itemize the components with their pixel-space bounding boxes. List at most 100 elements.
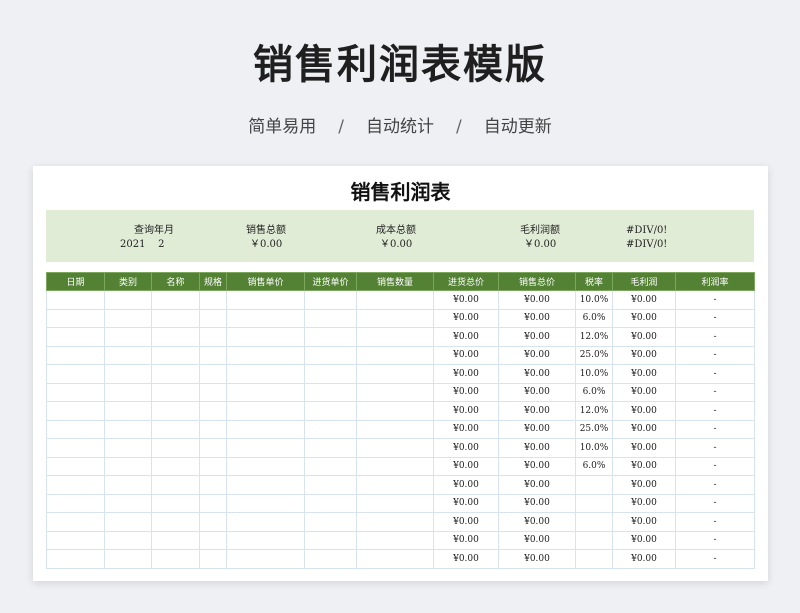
table-cell[interactable] — [151, 549, 200, 569]
table-cell[interactable] — [104, 438, 152, 458]
table-cell[interactable] — [226, 401, 305, 421]
table-cell[interactable] — [199, 456, 227, 476]
table-cell[interactable]: ¥0.00 — [498, 456, 576, 476]
table-cell[interactable] — [151, 308, 200, 328]
table-cell[interactable] — [356, 401, 434, 421]
table-cell[interactable] — [104, 327, 152, 347]
table-cell[interactable]: ¥0.00 — [433, 438, 499, 458]
table-cell[interactable] — [304, 512, 357, 532]
table-cell[interactable]: - — [675, 382, 755, 402]
table-cell[interactable] — [304, 364, 357, 384]
table-cell[interactable]: ¥0.00 — [612, 290, 676, 310]
table-cell[interactable] — [151, 438, 200, 458]
table-cell[interactable]: - — [675, 327, 755, 347]
table-cell[interactable] — [151, 419, 200, 439]
table-cell[interactable] — [226, 456, 305, 476]
table-cell[interactable] — [46, 438, 105, 458]
table-cell[interactable]: ¥0.00 — [433, 382, 499, 402]
table-cell[interactable] — [226, 327, 305, 347]
table-cell[interactable] — [46, 475, 105, 495]
table-cell[interactable] — [226, 475, 305, 495]
table-cell[interactable]: ¥0.00 — [433, 290, 499, 310]
table-cell[interactable]: ¥0.00 — [612, 419, 676, 439]
table-cell[interactable] — [104, 549, 152, 569]
table-cell[interactable] — [226, 382, 305, 402]
table-cell[interactable] — [104, 364, 152, 384]
table-cell[interactable]: - — [675, 438, 755, 458]
table-cell[interactable]: ¥0.00 — [433, 364, 499, 384]
table-cell[interactable]: ¥0.00 — [498, 438, 576, 458]
column-header[interactable]: 规格 — [199, 272, 227, 291]
table-cell[interactable] — [199, 290, 227, 310]
summary-query-month[interactable]: 查询年月 2021 2 — [120, 224, 174, 252]
table-cell[interactable] — [304, 530, 357, 550]
table-cell[interactable] — [199, 364, 227, 384]
table-cell[interactable]: ¥0.00 — [433, 345, 499, 365]
table-cell[interactable] — [304, 438, 357, 458]
column-header[interactable]: 销售单价 — [226, 272, 305, 291]
table-cell[interactable]: - — [675, 475, 755, 495]
table-cell[interactable]: ¥0.00 — [498, 530, 576, 550]
table-cell[interactable]: ¥0.00 — [498, 475, 576, 495]
table-cell[interactable]: ¥0.00 — [498, 290, 576, 310]
table-cell[interactable]: - — [675, 290, 755, 310]
table-cell[interactable] — [46, 512, 105, 532]
table-cell[interactable] — [151, 493, 200, 513]
table-cell[interactable]: ¥0.00 — [612, 549, 676, 569]
table-cell[interactable]: ¥0.00 — [433, 419, 499, 439]
table-cell[interactable] — [199, 308, 227, 328]
table-cell[interactable]: 10.0% — [575, 364, 613, 384]
table-cell[interactable] — [575, 493, 613, 513]
table-cell[interactable] — [356, 456, 434, 476]
table-cell[interactable] — [151, 530, 200, 550]
table-cell[interactable]: ¥0.00 — [612, 382, 676, 402]
table-cell[interactable]: - — [675, 512, 755, 532]
table-cell[interactable]: 6.0% — [575, 308, 613, 328]
table-cell[interactable]: 12.0% — [575, 327, 613, 347]
table-cell[interactable] — [46, 382, 105, 402]
table-cell[interactable] — [304, 290, 357, 310]
table-cell[interactable] — [304, 549, 357, 569]
table-cell[interactable] — [46, 456, 105, 476]
table-cell[interactable]: - — [675, 345, 755, 365]
table-cell[interactable]: 12.0% — [575, 401, 613, 421]
table-cell[interactable]: ¥0.00 — [612, 327, 676, 347]
table-cell[interactable] — [356, 382, 434, 402]
table-cell[interactable] — [151, 382, 200, 402]
table-cell[interactable] — [226, 290, 305, 310]
table-cell[interactable] — [304, 382, 357, 402]
table-cell[interactable]: ¥0.00 — [612, 401, 676, 421]
table-cell[interactable]: ¥0.00 — [433, 549, 499, 569]
table-cell[interactable] — [104, 512, 152, 532]
table-cell[interactable]: ¥0.00 — [498, 419, 576, 439]
table-cell[interactable] — [356, 530, 434, 550]
table-cell[interactable]: ¥0.00 — [612, 345, 676, 365]
table-cell[interactable] — [199, 419, 227, 439]
table-cell[interactable] — [304, 475, 357, 495]
table-cell[interactable] — [151, 456, 200, 476]
table-cell[interactable] — [356, 419, 434, 439]
column-header[interactable]: 毛利润 — [612, 272, 676, 291]
table-cell[interactable]: ¥0.00 — [498, 549, 576, 569]
table-cell[interactable] — [104, 456, 152, 476]
table-cell[interactable] — [46, 364, 105, 384]
table-cell[interactable] — [226, 419, 305, 439]
table-cell[interactable] — [199, 382, 227, 402]
table-cell[interactable]: 10.0% — [575, 290, 613, 310]
table-cell[interactable]: ¥0.00 — [612, 512, 676, 532]
table-cell[interactable] — [304, 456, 357, 476]
table-cell[interactable] — [226, 549, 305, 569]
table-cell[interactable] — [199, 401, 227, 421]
table-cell[interactable]: ¥0.00 — [433, 512, 499, 532]
table-cell[interactable]: ¥0.00 — [498, 512, 576, 532]
table-cell[interactable] — [226, 364, 305, 384]
column-header[interactable]: 进货总价 — [433, 272, 499, 291]
table-cell[interactable] — [104, 419, 152, 439]
table-cell[interactable]: 6.0% — [575, 382, 613, 402]
table-cell[interactable] — [304, 345, 357, 365]
table-cell[interactable] — [226, 530, 305, 550]
table-cell[interactable] — [356, 493, 434, 513]
table-cell[interactable] — [46, 419, 105, 439]
table-cell[interactable]: - — [675, 549, 755, 569]
table-cell[interactable] — [356, 308, 434, 328]
